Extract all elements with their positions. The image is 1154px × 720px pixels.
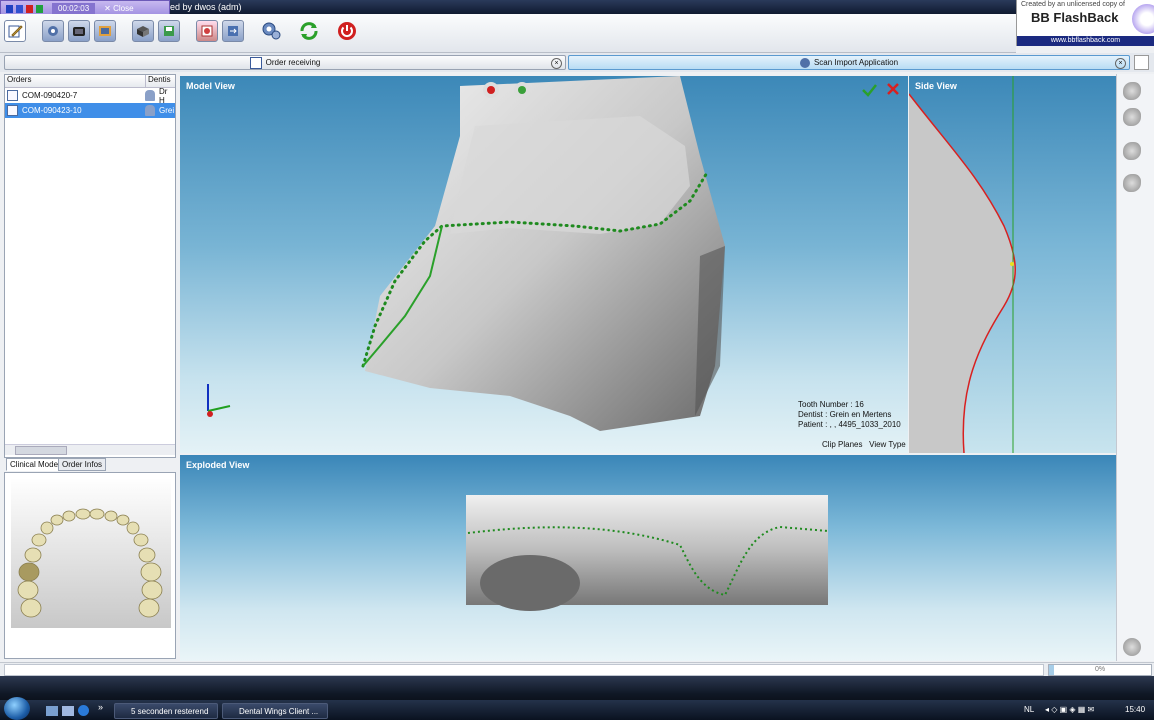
tooth-occlusal-icon[interactable] (1123, 108, 1141, 126)
recorder-close-button[interactable]: ✕ Close (104, 4, 133, 13)
edit-icon (249, 56, 262, 69)
order-id: COM-090423-10 (22, 106, 82, 115)
tooth-info: Tooth Number : 16 Dentist : Grein en Mer… (798, 400, 901, 430)
exploded-view[interactable]: Exploded View (180, 455, 1116, 661)
order-dentist: Dr H (159, 86, 168, 105)
order-id: COM-090420-7 (22, 91, 78, 100)
tab-bar: Order receiving × Scan Import Applicatio… (0, 53, 1154, 72)
scanner-icon[interactable] (42, 20, 64, 42)
tooth-section-icon[interactable] (1123, 142, 1141, 160)
view-type-link[interactable]: View Type (869, 440, 906, 449)
recorder-close-label: Close (113, 4, 134, 13)
switch-windows-icon[interactable] (62, 706, 74, 716)
windows-taskbar: » 5 seconden resterend Dental Wings Clie… (0, 676, 1154, 720)
dentist-name: Dentist : Grein en Mertens (798, 410, 892, 419)
orders-panel: Orders Dentis COM-090420-7 Dr H COM-0904… (4, 74, 176, 458)
dentist-icon (145, 105, 155, 116)
marker-red-icon[interactable] (483, 82, 499, 98)
dentist-icon (145, 90, 155, 101)
dental-arch-image[interactable] (11, 478, 171, 628)
report-icon[interactable] (196, 20, 218, 42)
export-icon[interactable] (222, 20, 244, 42)
refresh-icon[interactable] (298, 20, 320, 42)
window-title: ed by dwos (adm) (170, 2, 242, 12)
box-icon[interactable] (132, 20, 154, 42)
orders-header: Orders Dentis (5, 75, 175, 88)
right-toolbar (1116, 74, 1154, 661)
main-toolbar (0, 14, 1016, 53)
chevron-right-icon[interactable]: » (98, 702, 103, 712)
patient-info: Patient : , , 4495_1033_2010 (798, 420, 901, 429)
section-point[interactable] (1010, 262, 1014, 266)
scanner-icon (799, 57, 810, 68)
recorder-record-icon[interactable] (26, 4, 33, 13)
camera-icon[interactable] (94, 20, 116, 42)
progress-text: 0% (1094, 666, 1106, 673)
device-icon[interactable] (68, 20, 90, 42)
recorder-pause-icon[interactable] (16, 4, 23, 13)
dentist-column-header[interactable]: Dentis (146, 75, 171, 87)
axis-triad-icon (207, 384, 231, 417)
watermark-url: www.bbflashback.com (1017, 36, 1154, 46)
model-view[interactable]: Model View Tooth Number : 16 Dentist : G… (180, 76, 908, 453)
start-button[interactable] (4, 697, 30, 720)
settings-icon[interactable] (260, 20, 282, 42)
taskbar-item[interactable]: Dental Wings Client ... (222, 703, 328, 719)
tab-clinical-model[interactable]: Clinical Model (6, 458, 64, 471)
orders-column-header[interactable]: Orders (5, 75, 146, 87)
tooth-3d-model[interactable] (180, 76, 908, 453)
tab-scan-import[interactable]: Scan Import Application × (568, 55, 1130, 70)
power-icon[interactable] (336, 20, 358, 42)
save-icon[interactable] (158, 20, 180, 42)
bbflashback-watermark: Created by an unlicensed copy of BB Flas… (1016, 0, 1154, 46)
recorder-time: 00:02:03 (52, 3, 96, 14)
side-profile-plot[interactable] (909, 76, 1116, 453)
status-message-area (4, 664, 1044, 676)
recorder-stop-icon[interactable] (6, 4, 13, 13)
bbflashback-logo-icon (1132, 4, 1154, 34)
scrollbar-thumb[interactable] (15, 446, 67, 455)
taskbar-item[interactable]: 5 seconden resterend (114, 703, 218, 719)
show-desktop-icon[interactable] (46, 706, 58, 716)
side-view[interactable]: Side View (909, 76, 1116, 453)
left-bottom-tabs: Clinical Model Order Infos (4, 458, 176, 472)
order-dentist: Grei (159, 106, 175, 115)
reject-icon[interactable] (887, 83, 899, 95)
clip-planes-link[interactable]: Clip Planes (822, 440, 862, 449)
tab-label: Scan Import Application (813, 58, 899, 67)
edit-icon[interactable] (4, 20, 26, 42)
power-icon[interactable] (1123, 638, 1141, 656)
tab-order-infos[interactable]: Order Infos (58, 458, 107, 471)
close-icon[interactable]: × (551, 58, 562, 69)
clinical-model-panel (4, 472, 176, 659)
tooth-view-icon[interactable] (1123, 82, 1141, 100)
tooth-side-icon[interactable] (1123, 174, 1141, 192)
progress-bar: 0% (1048, 664, 1152, 676)
tab-label: Order receiving (265, 58, 321, 67)
language-indicator[interactable]: NL (1024, 705, 1034, 714)
recorder-play-icon[interactable] (36, 4, 43, 13)
order-row[interactable]: COM-090420-7 Dr H (5, 86, 175, 105)
watermark-caption: Created by an unlicensed copy of (1021, 1, 1125, 8)
horizontal-scrollbar[interactable] (5, 444, 175, 455)
arch-scan-model[interactable] (180, 455, 1116, 661)
tooth-number: Tooth Number : 16 (798, 400, 864, 409)
tray-icons[interactable]: ◂ ◇ ▣ ◈ ▦ ✉ (1045, 705, 1094, 714)
marker-green-icon[interactable] (514, 82, 530, 98)
order-icon (7, 105, 18, 116)
tab-order-receiving[interactable]: Order receiving × (4, 55, 566, 70)
close-icon[interactable]: × (1115, 58, 1126, 69)
window-restore-icon[interactable] (1134, 55, 1149, 70)
clock[interactable]: 15:40 (1125, 705, 1145, 714)
view-links: Clip Planes View Type (822, 440, 906, 449)
browser-icon[interactable] (78, 705, 89, 716)
order-icon (7, 90, 18, 101)
accept-icon[interactable] (862, 84, 877, 97)
progress-fill (1049, 665, 1055, 675)
order-row-selected[interactable]: COM-090423-10 Grei (5, 103, 175, 118)
status-bar: 0% (0, 662, 1154, 677)
